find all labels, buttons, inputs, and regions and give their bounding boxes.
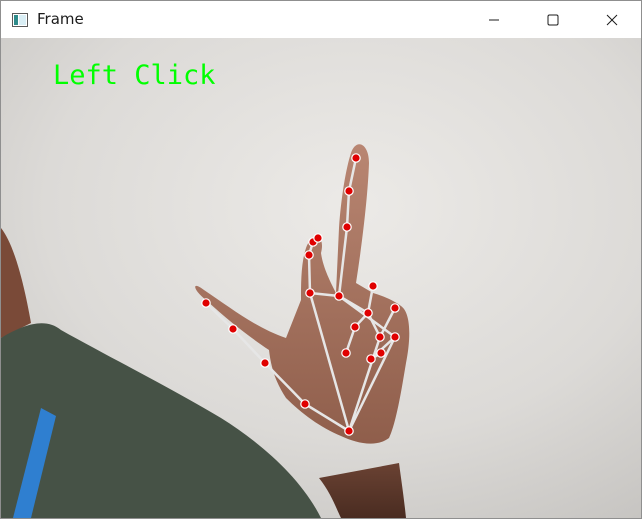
maximize-button[interactable] [530, 1, 576, 38]
close-button[interactable] [589, 1, 635, 38]
minimize-icon [489, 19, 499, 20]
camera-feed: Left Click [1, 38, 641, 518]
window-title: Frame [37, 10, 84, 28]
camera-frame-image [1, 38, 641, 518]
minimize-button[interactable] [471, 1, 517, 38]
maximize-icon [547, 14, 559, 25]
window-frame-icon [12, 12, 28, 27]
gesture-status-text: Left Click [53, 60, 216, 91]
app-window: Frame Left Click [0, 0, 642, 519]
title-bar[interactable]: Frame [1, 1, 641, 38]
close-icon [606, 14, 618, 25]
